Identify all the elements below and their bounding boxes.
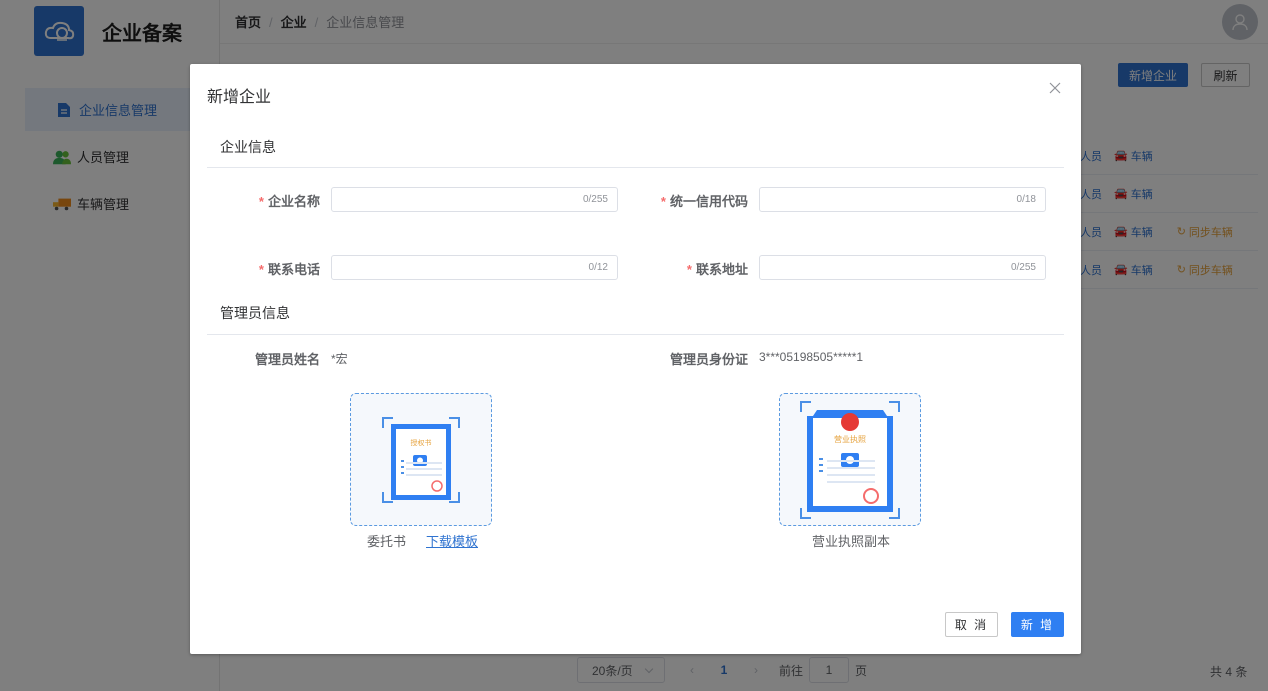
credit-code-label-text: 统一信用代码: [669, 194, 748, 209]
company-info-section-title: 企业信息: [220, 139, 276, 155]
address-field[interactable]: 0/255: [759, 255, 1046, 280]
char-counter: 0/255: [1010, 262, 1036, 273]
authorization-upload[interactable]: 授权书: [350, 393, 492, 526]
address-input[interactable]: [760, 256, 1045, 279]
business-license-caption: 营业执照副本: [812, 534, 891, 549]
download-template-link[interactable]: 下载模板: [426, 531, 478, 550]
credit-code-field[interactable]: 0/18: [759, 187, 1046, 212]
business-license-upload[interactable]: 营业执照: [779, 393, 921, 526]
char-counter: 0/12: [588, 262, 608, 273]
required-mark: *: [258, 262, 264, 277]
cancel-button[interactable]: 取 消: [945, 612, 998, 637]
admin-name-value: *宏: [331, 352, 348, 366]
char-counter: 0/255: [582, 194, 608, 205]
divider: [207, 167, 1064, 168]
divider: [207, 334, 1064, 335]
company-name-label: * 企业名称: [220, 191, 320, 210]
company-name-field[interactable]: 0/255: [331, 187, 618, 212]
address-label-text: 联系地址: [695, 262, 748, 277]
add-company-dialog: 新增企业 企业信息 * 企业名称 0/255 * 统一信用代码 0/18 * 联系电话…: [190, 64, 1081, 654]
phone-label-text: 联系电话: [267, 262, 320, 277]
business-license-document-icon: 营业执照: [800, 400, 900, 519]
required-mark: *: [660, 194, 666, 209]
close-icon[interactable]: [1049, 82, 1063, 96]
address-label: * 联系地址: [640, 259, 748, 278]
doc-title: 营业执照: [834, 434, 866, 444]
authorization-document-icon: 授权书: [382, 416, 460, 503]
dialog-title: 新增企业: [207, 89, 272, 106]
company-name-input[interactable]: [332, 188, 617, 211]
phone-input[interactable]: [332, 256, 617, 279]
credit-code-input[interactable]: [760, 188, 1045, 211]
phone-field[interactable]: 0/12: [331, 255, 618, 280]
phone-label: * 联系电话: [220, 259, 320, 278]
credit-code-label: * 统一信用代码: [640, 191, 748, 210]
admin-info-section-title: 管理员信息: [220, 305, 290, 321]
authorization-caption: 委托书: [367, 534, 407, 549]
required-mark: *: [258, 194, 264, 209]
company-name-label-text: 企业名称: [267, 194, 320, 209]
admin-id-value: 3***05198505*****1: [759, 350, 864, 364]
required-mark: *: [686, 262, 692, 277]
char-counter: 0/18: [1016, 194, 1036, 205]
doc-title: 授权书: [411, 438, 432, 447]
confirm-add-button[interactable]: 新 增: [1011, 612, 1064, 637]
admin-name-label: 管理员姓名: [254, 352, 320, 367]
admin-id-label: 管理员身份证: [669, 352, 748, 367]
